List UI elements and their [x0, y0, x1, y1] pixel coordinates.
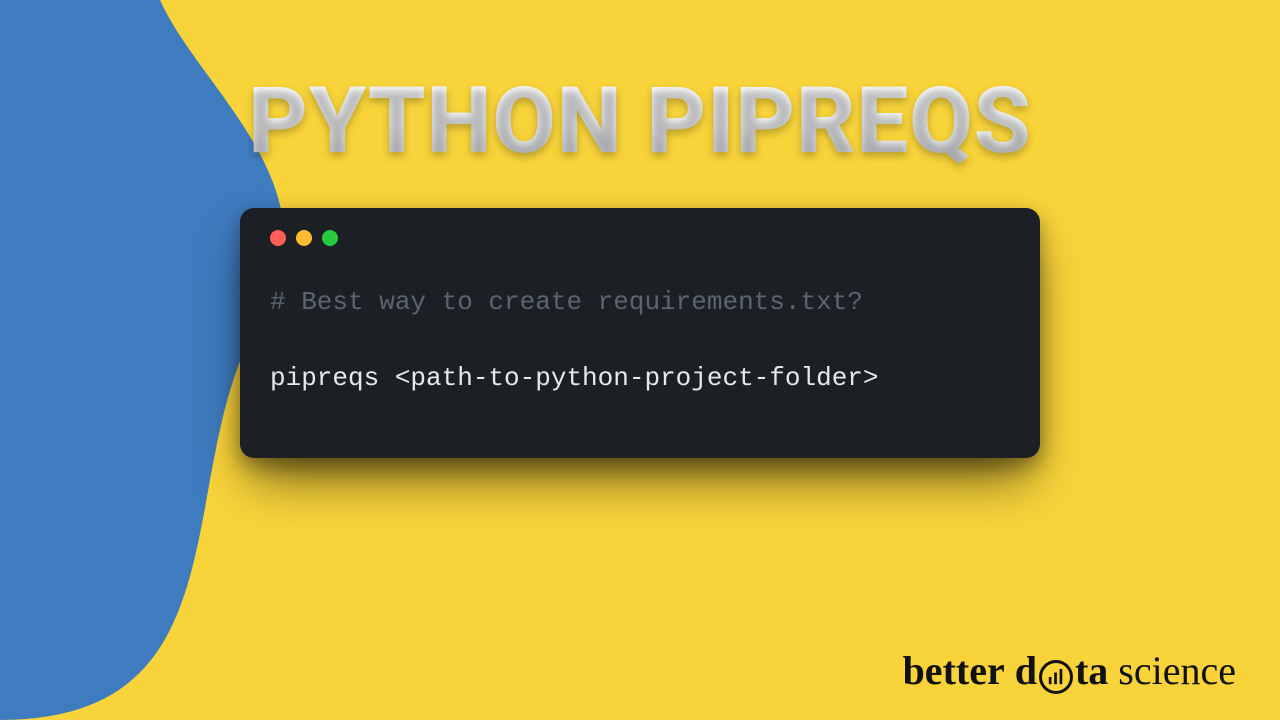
- brand-word-science: science: [1118, 647, 1236, 694]
- close-icon: [270, 230, 286, 246]
- main-title: PYTHON PIPREQS: [0, 68, 1280, 175]
- window-controls: [270, 230, 1010, 246]
- brand-word-better: better: [903, 647, 1005, 694]
- terminal-command: pipreqs <path-to-python-project-folder>: [270, 360, 1010, 396]
- maximize-icon: [322, 230, 338, 246]
- chart-icon: [1039, 660, 1073, 694]
- terminal-comment: # Best way to create requirements.txt?: [270, 284, 1010, 320]
- brand-letter-d: d: [1015, 647, 1037, 694]
- brand-logo: better d ta science: [903, 647, 1236, 694]
- terminal-window: # Best way to create requirements.txt? p…: [240, 208, 1040, 458]
- minimize-icon: [296, 230, 312, 246]
- brand-letters-ta: ta: [1075, 647, 1108, 694]
- thumbnail-canvas: PYTHON PIPREQS # Best way to create requ…: [0, 0, 1280, 720]
